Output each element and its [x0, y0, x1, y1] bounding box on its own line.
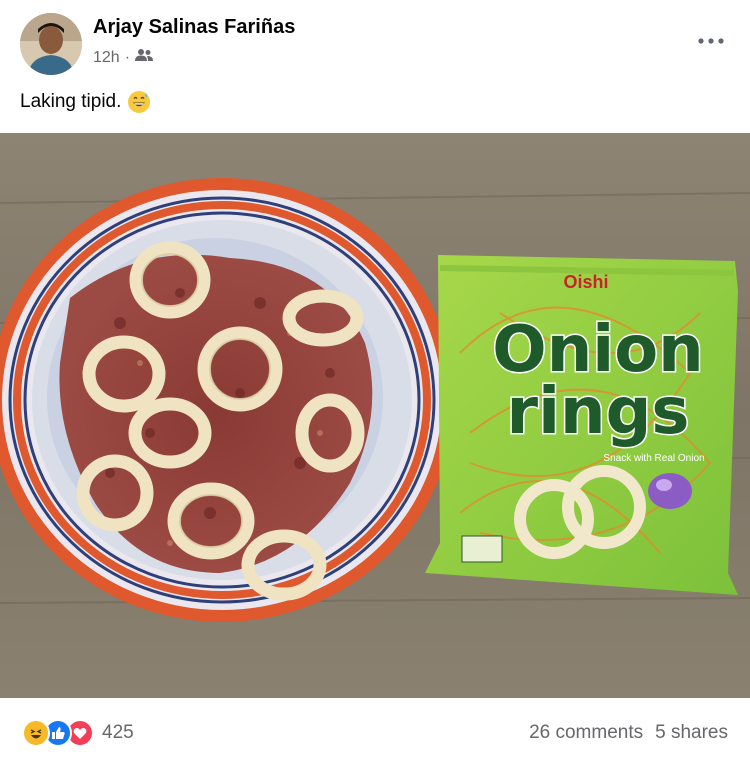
comments-count[interactable]: 26 comments [529, 722, 643, 744]
bag-brand-text: Oishi [563, 272, 608, 292]
author-avatar[interactable] [20, 13, 82, 75]
post-meta: 12h · [93, 48, 154, 67]
post-caption: Laking tipid. [20, 90, 151, 114]
author-name[interactable]: Arjay Salinas Fariñas [93, 16, 295, 39]
post-header: Arjay Salinas Fariñas 12h · [0, 0, 750, 84]
onion-rings-snack-bag: Oishi Onion rings Snack with Real Onion [425, 255, 738, 595]
avatar-photo [20, 13, 82, 75]
reactions-summary[interactable]: 425 [22, 719, 134, 747]
more-options-button[interactable] [694, 30, 728, 52]
more-icon [698, 38, 724, 44]
caption-text: Laking tipid. [20, 91, 122, 112]
haha-icon [22, 719, 50, 747]
meta-separator: · [124, 48, 131, 66]
post-footer: 425 26 comments 5 shares [0, 700, 750, 761]
shares-count[interactable]: 5 shares [655, 722, 728, 744]
friends-icon[interactable] [135, 48, 154, 67]
post-photo[interactable]: Oishi Onion rings Snack with Real Onion [0, 133, 750, 698]
photo-scene: Oishi Onion rings Snack with Real Onion [0, 133, 750, 698]
reaction-count[interactable]: 425 [102, 722, 134, 744]
bag-subtitle: Snack with Real Onion [603, 453, 704, 464]
engagement-stats: 26 comments 5 shares [529, 722, 728, 744]
post-time[interactable]: 12h [93, 49, 120, 67]
bag-title-line2: rings [507, 375, 690, 449]
grinning-sweat-emoji-icon [127, 90, 151, 114]
